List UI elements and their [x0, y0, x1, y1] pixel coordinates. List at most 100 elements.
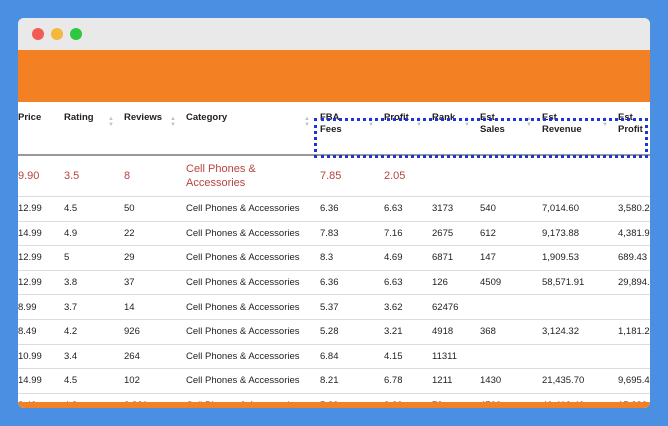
table-row[interactable]: 14.99 4.5 102 Cell Phones & Accessories 8.21…	[18, 368, 650, 394]
sort-icon[interactable]: ▲ ▼	[170, 116, 176, 128]
header-banner	[18, 50, 650, 102]
column-header-est-profit[interactable]: Est Profit	[612, 102, 650, 156]
table-cell	[474, 294, 536, 320]
table-cell: 6.78	[378, 368, 426, 394]
table-cell: 6.36	[314, 270, 378, 296]
table-cell: 58,571.91	[536, 270, 612, 296]
table-cell: 3.7	[58, 294, 118, 320]
table-cell: 612	[474, 221, 536, 247]
table-cell: 40,412.40	[536, 393, 612, 402]
table-row[interactable]: 12.99 5 29 Cell Phones & Accessories 8.3 4.69…	[18, 245, 650, 271]
table-row[interactable]: 14.99 4.9 22 Cell Phones & Accessories 7.83 7…	[18, 221, 650, 247]
column-header-label: Category	[186, 112, 228, 123]
table-cell	[612, 155, 650, 197]
table-cell: 14.99	[18, 221, 58, 247]
table-cell: 12.99	[18, 270, 58, 296]
table-row[interactable]: 8.99 3.7 14 Cell Phones & Accessories 5.37 3.…	[18, 294, 650, 320]
table-cell: 147	[474, 245, 536, 271]
table-row[interactable]: 8.494.82,831Cell Phones & Accessories5.2…	[18, 393, 650, 402]
table-cell: 3.20	[378, 393, 426, 402]
table-cell: 15,232.00	[612, 393, 650, 402]
table-row[interactable]: 9.90 3.5 8 Cell Phones & Accessories 7.85 2.0…	[18, 155, 650, 197]
table-cell: Cell Phones & Accessories	[180, 221, 314, 247]
table-cell: 14.99	[18, 368, 58, 394]
table-row[interactable]: 12.99 4.5 50 Cell Phones & Accessories 6.36 6…	[18, 196, 650, 222]
table-cell: Cell Phones & Accessories	[180, 344, 314, 370]
table-cell: Cell Phones & Accessories	[180, 368, 314, 394]
table-cell: 689.43	[612, 245, 650, 271]
table-cell: 3.4	[58, 344, 118, 370]
column-header-label: Price	[18, 112, 42, 123]
table-row[interactable]: 10.99 3.4 264 Cell Phones & Accessories 6.84…	[18, 344, 650, 370]
table-cell: 8.49	[18, 393, 58, 402]
table-cell: 12.99	[18, 196, 58, 222]
table-cell: 6.36	[314, 196, 378, 222]
table-cell: 4,381.92	[612, 221, 650, 247]
column-header-label: FBA Fees	[320, 112, 342, 135]
table-cell: Cell Phones & Accessories	[180, 319, 314, 345]
column-header-label: Profit	[384, 112, 409, 123]
table-cell: 926	[118, 319, 180, 345]
column-header-label: Rank	[432, 112, 456, 123]
table-cell	[612, 294, 650, 320]
table-cell	[426, 155, 474, 197]
column-header-price[interactable]: Price	[18, 102, 58, 156]
table-cell: 2.05	[378, 155, 426, 197]
sort-icon[interactable]: ▲ ▼	[602, 116, 608, 128]
column-header-rank[interactable]: Rank ▲ ▼	[426, 102, 474, 156]
table-cell: 4.15	[378, 344, 426, 370]
column-header-reviews[interactable]: Reviews ▲ ▼	[118, 102, 180, 156]
table-cell: 4.8	[58, 393, 118, 402]
column-header-est-revenue[interactable]: Est Revenue ▲ ▼	[536, 102, 612, 156]
maximize-window-button[interactable]	[70, 28, 82, 40]
column-header-est-sales[interactable]: Est Sales ▲ ▼	[474, 102, 536, 156]
table-cell	[474, 344, 536, 370]
table-cell: 3.21	[378, 319, 426, 345]
table-cell: 7.16	[378, 221, 426, 247]
browser-window: Price Rating ▲ ▼ Reviews ▲ ▼ Category ▲ ▼ FBA …	[18, 18, 650, 408]
table-row[interactable]: 8.49 4.2 926 Cell Phones & Accessories 5.28 3…	[18, 319, 650, 345]
table-cell: 540	[474, 196, 536, 222]
table-cell: 5.29	[314, 393, 378, 402]
table-cell: 3,580.20	[612, 196, 650, 222]
table-cell: Cell Phones & Accessories	[180, 294, 314, 320]
table-cell: 6.84	[314, 344, 378, 370]
table-cell: 7.85	[314, 155, 378, 197]
product-table-container: Price Rating ▲ ▼ Reviews ▲ ▼ Category ▲ ▼ FBA …	[18, 102, 650, 402]
table-cell: 11311	[426, 344, 474, 370]
sort-icon[interactable]: ▲ ▼	[416, 116, 422, 128]
table-cell: 62476	[426, 294, 474, 320]
column-header-category[interactable]: Category ▲ ▼	[180, 102, 314, 156]
sort-icon[interactable]: ▲ ▼	[526, 116, 532, 128]
table-cell: 4.2	[58, 319, 118, 345]
column-header-profit[interactable]: Profit ▲ ▼	[378, 102, 426, 156]
column-header-rating[interactable]: Rating ▲ ▼	[58, 102, 118, 156]
table-row[interactable]: 12.99 3.8 37 Cell Phones & Accessories 6.36 6…	[18, 270, 650, 296]
table-cell: 22	[118, 221, 180, 247]
sort-icon[interactable]: ▲ ▼	[304, 116, 310, 128]
column-header-label: Est Revenue	[542, 112, 582, 135]
table-cell	[474, 155, 536, 197]
column-header-fba-fees[interactable]: FBA Fees ▲ ▼	[314, 102, 378, 156]
table-cell: 102	[118, 368, 180, 394]
sort-icon[interactable]: ▲ ▼	[464, 116, 470, 128]
column-header-label: Rating	[64, 112, 94, 123]
footer-bar	[18, 402, 650, 408]
table-cell: 4.69	[378, 245, 426, 271]
table-cell: Cell Phones & Accessories	[180, 393, 314, 402]
table-cell: 2,831	[118, 393, 180, 402]
table-cell: 14	[118, 294, 180, 320]
close-window-button[interactable]	[32, 28, 44, 40]
table-cell: 4918	[426, 319, 474, 345]
table-cell	[536, 344, 612, 370]
table-cell: 2675	[426, 221, 474, 247]
table-cell: Cell Phones & Accessories	[180, 155, 314, 197]
table-cell: 1211	[426, 368, 474, 394]
table-cell: 4760	[474, 393, 536, 402]
minimize-window-button[interactable]	[51, 28, 63, 40]
sort-icon[interactable]: ▲ ▼	[368, 116, 374, 128]
sort-icon[interactable]: ▲ ▼	[108, 116, 114, 128]
table-cell: 9,173.88	[536, 221, 612, 247]
table-cell: 3.8	[58, 270, 118, 296]
table-cell: 5.37	[314, 294, 378, 320]
